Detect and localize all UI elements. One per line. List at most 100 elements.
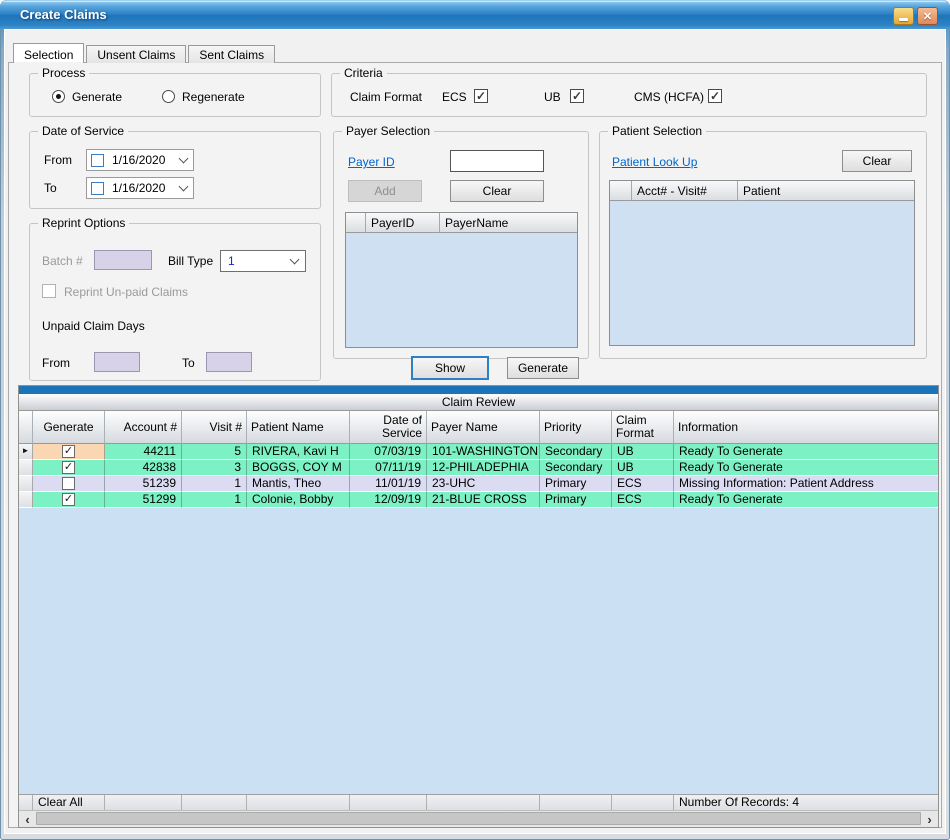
claim-format-column-header[interactable]: Claim Format bbox=[612, 411, 674, 444]
record-count-label: Number Of Records: 4 bbox=[674, 795, 938, 810]
date-checkbox[interactable] bbox=[91, 154, 104, 167]
generate-radio-label[interactable]: Generate bbox=[72, 90, 122, 104]
reprint-unpaid-checkbox[interactable] bbox=[42, 284, 56, 298]
generate-button[interactable]: Generate bbox=[507, 357, 579, 379]
information-cell: Ready To Generate bbox=[674, 492, 938, 508]
row-selector-cell: ► bbox=[19, 444, 33, 460]
generate-checkbox[interactable]: ✓ bbox=[62, 445, 75, 458]
bill-type-select[interactable]: 1 bbox=[220, 250, 306, 272]
generate-cell[interactable]: ✓ bbox=[33, 460, 105, 476]
generate-cell[interactable]: ✓ bbox=[33, 444, 105, 460]
date-of-service-column-header[interactable]: Date of Service bbox=[350, 411, 427, 444]
date-of-service-legend: Date of Service bbox=[38, 124, 128, 138]
payer-selection-legend: Payer Selection bbox=[342, 124, 434, 138]
generate-checkbox[interactable]: ✓ bbox=[62, 493, 75, 506]
regenerate-radio-label[interactable]: Regenerate bbox=[182, 90, 245, 104]
claim-format-cell: ECS bbox=[612, 476, 674, 492]
generate-checkbox[interactable] bbox=[62, 477, 75, 490]
process-group: Process Generate Regenerate bbox=[29, 73, 321, 117]
payer-name-cell: 21-BLUE CROSS bbox=[427, 492, 540, 508]
information-column-header[interactable]: Information bbox=[674, 411, 938, 444]
patient-name-cell: BOGGS, COY M bbox=[247, 460, 350, 476]
table-row[interactable]: ✓428383BOGGS, COY M07/11/1912-PHILADEPHI… bbox=[19, 460, 938, 476]
show-button[interactable]: Show bbox=[411, 356, 489, 380]
dos-from-datepicker[interactable]: 1/16/2020 bbox=[86, 149, 194, 171]
generate-checkbox[interactable]: ✓ bbox=[62, 461, 75, 474]
chevron-down-icon[interactable] bbox=[179, 153, 189, 163]
dos-to-datepicker[interactable]: 1/16/2020 bbox=[86, 177, 194, 199]
payer-id-link[interactable]: Payer ID bbox=[348, 155, 395, 169]
payer-grid[interactable]: PayerID PayerName bbox=[345, 212, 578, 348]
reprint-unpaid-label: Reprint Un-paid Claims bbox=[64, 285, 188, 299]
payer-id-column-header: PayerID bbox=[366, 213, 440, 233]
cms-hcfa-checkbox[interactable]: ✓ bbox=[708, 89, 722, 103]
ecs-label: ECS bbox=[442, 90, 467, 104]
priority-cell: Primary bbox=[540, 492, 612, 508]
tab-sent-claims[interactable]: Sent Claims bbox=[188, 45, 275, 63]
minimize-icon bbox=[899, 18, 908, 21]
horizontal-scrollbar[interactable]: ‹ › bbox=[19, 810, 938, 827]
priority-cell: Primary bbox=[540, 476, 612, 492]
date-of-service-cell: 12/09/19 bbox=[350, 492, 427, 508]
selection-tab-page: Process Generate Regenerate Criteria Cla… bbox=[8, 62, 942, 828]
tab-unsent-claims[interactable]: Unsent Claims bbox=[86, 45, 186, 63]
table-row[interactable]: ✓512991Colonie, Bobby12/09/1921-BLUE CRO… bbox=[19, 492, 938, 508]
clear-all-button[interactable]: Clear All bbox=[33, 795, 105, 810]
row-selector-cell bbox=[19, 460, 33, 476]
payer-id-input[interactable] bbox=[450, 150, 544, 172]
generate-cell[interactable]: ✓ bbox=[33, 492, 105, 508]
visit-cell: 1 bbox=[182, 476, 247, 492]
date-of-service-cell: 11/01/19 bbox=[350, 476, 427, 492]
add-payer-button[interactable]: Add bbox=[348, 180, 422, 202]
patient-grid-body bbox=[610, 201, 914, 345]
table-row[interactable]: 512391Mantis, Theo11/01/1923-UHCPrimaryE… bbox=[19, 476, 938, 492]
scrollbar-thumb[interactable] bbox=[36, 812, 921, 825]
priority-column-header[interactable]: Priority bbox=[540, 411, 612, 444]
batch-input[interactable] bbox=[94, 250, 152, 270]
patient-name-cell: RIVERA, Kavi H bbox=[247, 444, 350, 460]
table-row[interactable]: ►✓442115RIVERA, Kavi H07/03/19101-WASHIN… bbox=[19, 444, 938, 460]
minimize-button[interactable] bbox=[893, 7, 914, 25]
payer-grid-header: PayerID PayerName bbox=[346, 213, 577, 233]
patient-name-column-header[interactable]: Patient Name bbox=[247, 411, 350, 444]
dos-to-value: 1/16/2020 bbox=[104, 181, 180, 195]
visit-column-header[interactable]: Visit # bbox=[182, 411, 247, 444]
information-cell: Ready To Generate bbox=[674, 460, 938, 476]
bill-type-value: 1 bbox=[228, 254, 291, 268]
row-selector-header bbox=[610, 181, 632, 201]
generate-cell[interactable] bbox=[33, 476, 105, 492]
visit-cell: 1 bbox=[182, 492, 247, 508]
patient-look-up-link[interactable]: Patient Look Up bbox=[612, 155, 697, 169]
generate-column-header[interactable]: Generate bbox=[33, 411, 105, 444]
ub-checkbox[interactable]: ✓ bbox=[570, 89, 584, 103]
row-selector-header bbox=[346, 213, 366, 233]
reprint-options-group: Reprint Options Batch # Bill Type 1 Repr… bbox=[29, 223, 321, 381]
patient-column-header: Patient bbox=[738, 181, 914, 201]
chevron-down-icon[interactable] bbox=[179, 181, 189, 191]
footer-cell bbox=[19, 795, 33, 810]
payer-name-column-header[interactable]: Payer Name bbox=[427, 411, 540, 444]
scroll-right-icon[interactable]: › bbox=[921, 811, 938, 828]
generate-radio[interactable] bbox=[52, 90, 65, 103]
account-column-header[interactable]: Account # bbox=[105, 411, 182, 444]
footer-cell bbox=[105, 795, 182, 810]
priority-cell: Secondary bbox=[540, 444, 612, 460]
unpaid-to-input[interactable] bbox=[206, 352, 252, 372]
clear-payer-button[interactable]: Clear bbox=[450, 180, 544, 202]
priority-cell: Secondary bbox=[540, 460, 612, 476]
date-checkbox[interactable] bbox=[91, 182, 104, 195]
unpaid-from-input[interactable] bbox=[94, 352, 140, 372]
patient-name-cell: Colonie, Bobby bbox=[247, 492, 350, 508]
scroll-left-icon[interactable]: ‹ bbox=[19, 811, 36, 828]
row-selector-column-header bbox=[19, 411, 33, 444]
ecs-checkbox[interactable]: ✓ bbox=[474, 89, 488, 103]
titlebar[interactable]: Create Claims ✕ bbox=[0, 0, 950, 30]
tab-strip: Selection Unsent Claims Sent Claims bbox=[13, 45, 277, 63]
date-of-service-group: Date of Service From 1/16/2020 To 1/16/2… bbox=[29, 131, 321, 209]
regenerate-radio[interactable] bbox=[162, 90, 175, 103]
patient-grid[interactable]: Acct# - Visit# Patient bbox=[609, 180, 915, 346]
claim-format-cell: ECS bbox=[612, 492, 674, 508]
close-button[interactable]: ✕ bbox=[917, 7, 938, 25]
clear-patient-button[interactable]: Clear bbox=[842, 150, 912, 172]
tab-selection[interactable]: Selection bbox=[13, 43, 84, 63]
